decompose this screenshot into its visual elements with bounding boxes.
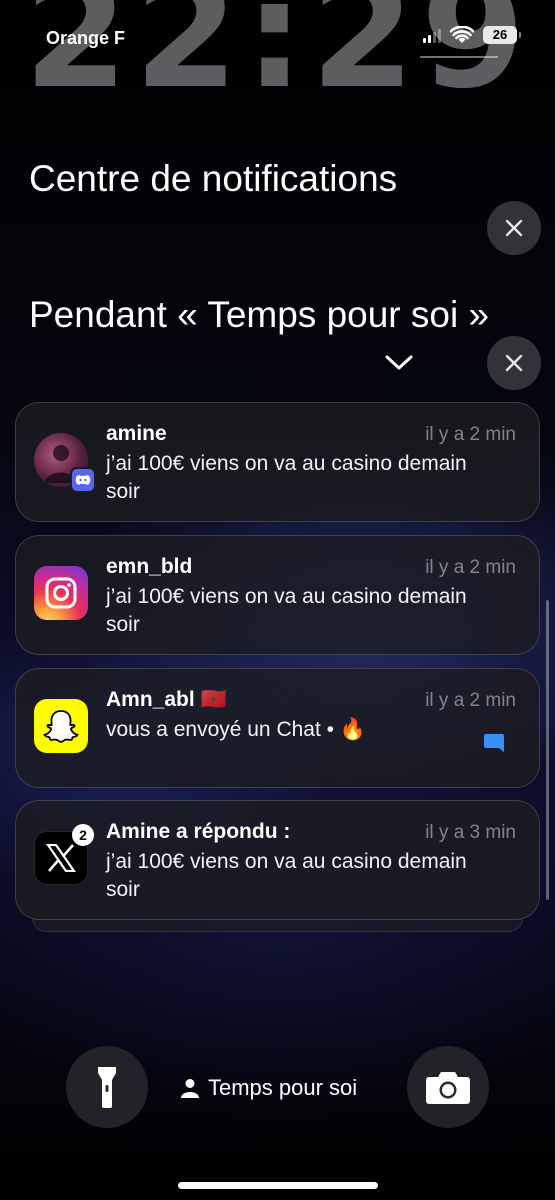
person-icon (181, 1079, 199, 1098)
x-logo-icon (46, 844, 76, 872)
notification-time: il y a 2 min (425, 557, 516, 578)
notification-body: j’ai 100€ viens on va au casino demain s… (106, 452, 467, 503)
clear-focus-notifications-button[interactable] (487, 336, 541, 390)
notification-instagram[interactable]: emn_bld il y a 2 min j’ai 100€ viens on … (15, 535, 540, 655)
snapchat-icon (34, 699, 88, 753)
discord-icon (70, 467, 96, 493)
status-bar: Orange F 26 (46, 26, 521, 52)
clear-notifications-button[interactable] (487, 201, 541, 255)
cellular-signal-icon (423, 27, 441, 43)
camera-button[interactable] (407, 1046, 489, 1128)
notification-body: j’ai 100€ viens on va au casino demain s… (106, 850, 467, 901)
notification-body: j’ai 100€ viens on va au casino demain s… (106, 585, 467, 636)
status-icons: 26 (423, 26, 521, 44)
focus-mode-indicator[interactable]: Temps pour soi (180, 1075, 357, 1101)
battery-icon: 26 (483, 26, 521, 44)
notification-snapchat[interactable]: Amn_abl 🇲🇦 il y a 2 min vous a envoyé un… (15, 668, 540, 788)
x-app-icon: 2 (34, 824, 94, 885)
notification-sender: emn_bld (106, 555, 193, 578)
lockscreen-clock: 22:29 (23, 0, 532, 122)
notification-time: il y a 3 min (425, 822, 516, 843)
wifi-icon (450, 26, 474, 43)
notification-sender: Amn_abl 🇲🇦 (106, 688, 227, 711)
focus-section-title: Pendant « Temps pour soi » (29, 294, 490, 335)
notification-time: il y a 2 min (425, 690, 516, 711)
notification-body: vous a envoyé un Chat • 🔥 (106, 718, 366, 741)
home-indicator[interactable] (178, 1182, 378, 1189)
flashlight-icon (98, 1067, 116, 1108)
chevron-down-icon[interactable] (385, 354, 413, 372)
notification-x[interactable]: 2 Amine a répondu : il y a 3 min j’ai 10… (15, 800, 540, 920)
close-icon (505, 354, 523, 372)
notification-time: il y a 2 min (425, 424, 516, 445)
camera-icon (426, 1072, 470, 1104)
instagram-icon (34, 566, 88, 620)
notification-discord[interactable]: amine il y a 2 min j’ai 100€ viens on va… (15, 402, 540, 522)
notification-stack-edge (32, 918, 523, 932)
avatar (34, 433, 96, 493)
notification-center-title: Centre de notifications (29, 158, 398, 199)
close-icon (505, 219, 523, 237)
notification-count-badge: 2 (72, 824, 94, 846)
chat-bubble-icon (484, 734, 504, 752)
flashlight-button[interactable] (66, 1046, 148, 1128)
scrollbar[interactable] (546, 600, 549, 900)
notification-sender: amine (106, 422, 167, 445)
divider (420, 56, 498, 58)
focus-mode-label: Temps pour soi (208, 1075, 358, 1100)
carrier-label: Orange F (46, 28, 126, 48)
notification-sender: Amine a répondu : (106, 820, 291, 843)
